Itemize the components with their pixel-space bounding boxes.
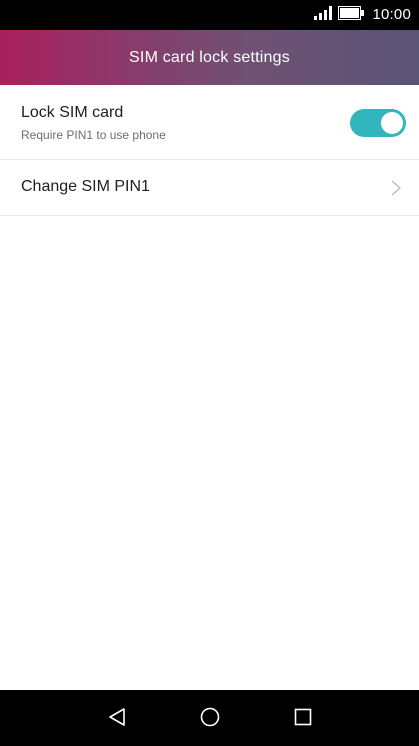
navigation-bar: [0, 690, 419, 746]
settings-list: Lock SIM card Require PIN1 to use phone …: [0, 85, 419, 216]
status-icons: 10:00: [314, 0, 411, 30]
back-button[interactable]: [106, 707, 128, 732]
change-pin-row[interactable]: Change SIM PIN1: [0, 160, 419, 216]
toggle-knob: [381, 112, 403, 134]
change-pin-title: Change SIM PIN1: [21, 178, 150, 195]
recent-square-icon: [293, 707, 313, 732]
home-button[interactable]: [199, 706, 221, 733]
page-title: SIM card lock settings: [129, 48, 290, 66]
lock-sim-row[interactable]: Lock SIM card Require PIN1 to use phone: [0, 85, 419, 160]
lock-sim-title: Lock SIM card: [21, 104, 124, 121]
lock-sim-toggle[interactable]: [350, 109, 406, 137]
recent-apps-button[interactable]: [292, 708, 314, 730]
battery-icon: [338, 5, 365, 25]
app-header: SIM card lock settings: [0, 30, 419, 85]
status-time: 10:00: [372, 6, 411, 23]
lock-sim-subtitle: Require PIN1 to use phone: [21, 128, 166, 142]
back-triangle-icon: [107, 707, 127, 732]
signal-icon: [314, 5, 333, 25]
status-bar: 10:00: [0, 0, 419, 30]
home-circle-icon: [199, 706, 221, 733]
chevron-right-icon: [391, 180, 401, 201]
